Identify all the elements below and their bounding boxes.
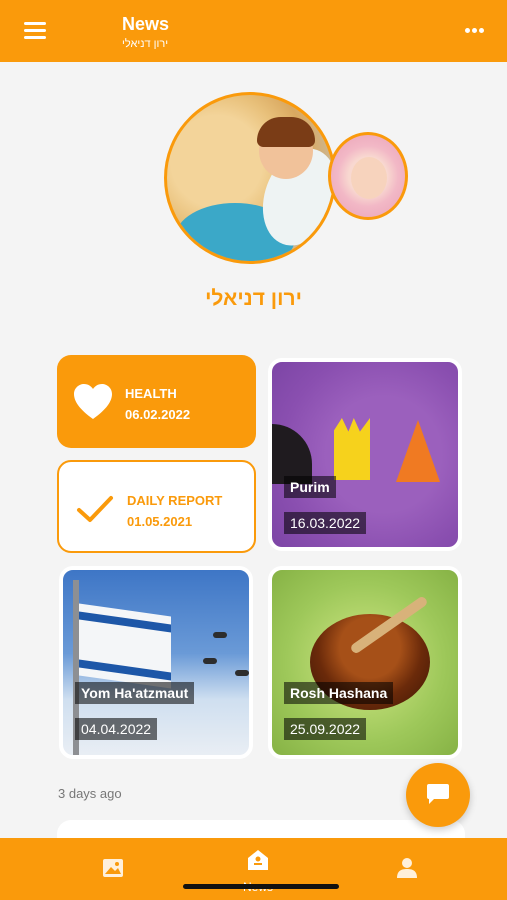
page-title: News [122,14,170,34]
event-card-purim[interactable]: Purim 16.03.2022 [268,358,462,551]
avatar-main[interactable] [164,92,336,264]
avatar-secondary[interactable] [328,132,408,220]
daily-report-title: DAILY REPORT [127,493,223,508]
hamburger-icon[interactable] [24,22,46,40]
more-dots-icon[interactable] [465,28,485,34]
chat-button[interactable] [406,763,470,827]
checkmark-icon [77,496,113,522]
health-title: HEALTH [125,386,177,401]
app-header: News ירון דניאלי [0,0,507,62]
health-card[interactable]: HEALTH 06.02.2022 [57,355,256,448]
home-icon [248,850,268,870]
person-icon [397,858,417,878]
heart-icon [74,384,112,419]
chat-icon [427,784,449,804]
daily-report-date: 01.05.2021 [127,514,193,529]
event-card-rosh-hashana[interactable]: Rosh Hashana 25.09.2022 [268,566,462,759]
nav-item-profile[interactable] [377,848,437,894]
event-date: 16.03.2022 [284,512,367,534]
daily-report-card[interactable]: DAILY REPORT 01.05.2021 [57,460,256,553]
event-label: Purim [284,476,336,498]
event-card-yom-haatzmaut[interactable]: Yom Ha'atzmaut 04.04.2022 [59,566,253,759]
profile-name: ירון דניאלי [205,287,302,310]
gallery-icon [103,859,123,877]
event-date: 25.09.2022 [284,718,367,740]
feed-timestamp: 3 days ago [58,786,122,801]
health-date: 06.02.2022 [125,407,191,422]
page-subtitle: ירון דניאלי [122,38,169,50]
bottom-nav: News [0,838,507,900]
nav-item-gallery[interactable] [83,848,143,894]
home-indicator [183,884,339,889]
event-label: Rosh Hashana [284,682,394,704]
event-label: Yom Ha'atzmaut [75,682,195,704]
event-date: 04.04.2022 [75,718,158,740]
